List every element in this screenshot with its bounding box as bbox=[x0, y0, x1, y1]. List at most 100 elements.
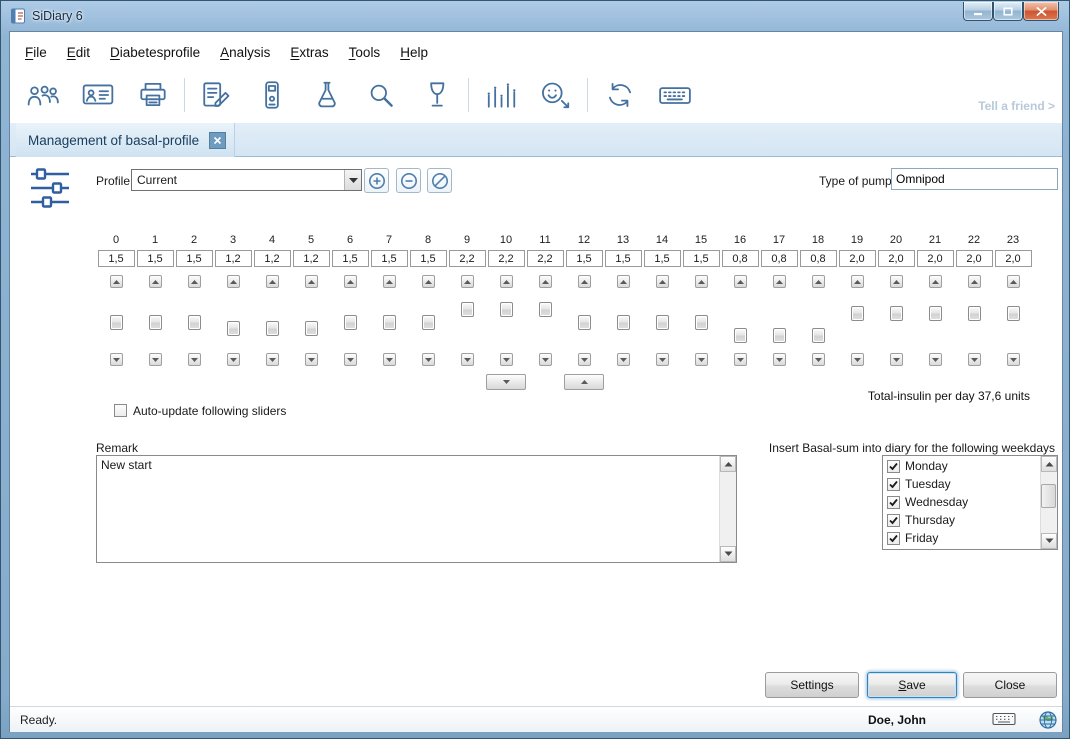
slider-up-button[interactable] bbox=[617, 275, 630, 288]
slider-thumb[interactable] bbox=[539, 302, 552, 317]
basal-value-input[interactable]: 2,2 bbox=[488, 250, 525, 267]
auto-update-checkbox[interactable] bbox=[114, 404, 127, 417]
slider-thumb[interactable] bbox=[578, 315, 591, 330]
slider-down-button[interactable] bbox=[812, 353, 825, 366]
slider-up-button[interactable] bbox=[500, 275, 513, 288]
slider-up-button[interactable] bbox=[383, 275, 396, 288]
basal-value-input[interactable]: 0,8 bbox=[800, 250, 837, 267]
slider-up-button[interactable] bbox=[227, 275, 240, 288]
basal-value-input[interactable]: 2,0 bbox=[995, 250, 1032, 267]
slider-up-button[interactable] bbox=[461, 275, 474, 288]
slider-down-button[interactable] bbox=[422, 353, 435, 366]
slider-thumb[interactable] bbox=[968, 306, 981, 321]
slider-thumb[interactable] bbox=[812, 328, 825, 343]
slider-down-button[interactable] bbox=[617, 353, 630, 366]
slider-thumb[interactable] bbox=[1007, 306, 1020, 321]
slider-down-button[interactable] bbox=[929, 353, 942, 366]
close-button[interactable]: Close bbox=[963, 672, 1057, 698]
basal-value-input[interactable]: 1,2 bbox=[215, 250, 252, 267]
slider-thumb[interactable] bbox=[383, 315, 396, 330]
slider-down-button[interactable] bbox=[149, 353, 162, 366]
weekday-checkbox[interactable] bbox=[887, 478, 900, 491]
slider-up-button[interactable] bbox=[812, 275, 825, 288]
slider-down-button[interactable] bbox=[188, 353, 201, 366]
slider-down-button[interactable] bbox=[656, 353, 669, 366]
basal-value-input[interactable]: 1,5 bbox=[137, 250, 174, 267]
basal-value-input[interactable]: 1,2 bbox=[293, 250, 330, 267]
scroll-down-icon[interactable] bbox=[720, 546, 736, 562]
slider-up-button[interactable] bbox=[656, 275, 669, 288]
slider-thumb[interactable] bbox=[149, 315, 162, 330]
weekday-item-friday[interactable]: Friday bbox=[883, 529, 1040, 547]
slider-thumb[interactable] bbox=[851, 306, 864, 321]
slider-up-button[interactable] bbox=[1007, 275, 1020, 288]
slider-up-button[interactable] bbox=[422, 275, 435, 288]
basal-value-input[interactable]: 2,2 bbox=[527, 250, 564, 267]
slider-thumb[interactable] bbox=[344, 315, 357, 330]
weekday-checkbox[interactable] bbox=[887, 460, 900, 473]
slider-up-button[interactable] bbox=[773, 275, 786, 288]
remark-scrollbar[interactable] bbox=[719, 456, 736, 562]
basal-value-input[interactable]: 1,5 bbox=[371, 250, 408, 267]
slider-thumb[interactable] bbox=[188, 315, 201, 330]
slider-down-button[interactable] bbox=[461, 353, 474, 366]
keyboard-status-icon[interactable] bbox=[992, 712, 1016, 726]
slider-up-wide-button[interactable] bbox=[564, 374, 604, 390]
slider-thumb[interactable] bbox=[695, 315, 708, 330]
basal-value-input[interactable]: 1,5 bbox=[605, 250, 642, 267]
scroll-down-icon[interactable] bbox=[1041, 533, 1057, 549]
slider-up-button[interactable] bbox=[344, 275, 357, 288]
weekday-item-wednesday[interactable]: Wednesday bbox=[883, 493, 1040, 511]
slider-thumb[interactable] bbox=[617, 315, 630, 330]
slider-down-button[interactable] bbox=[773, 353, 786, 366]
save-button[interactable]: Save bbox=[867, 672, 957, 698]
slider-down-button[interactable] bbox=[578, 353, 591, 366]
slider-down-button[interactable] bbox=[344, 353, 357, 366]
slider-up-button[interactable] bbox=[734, 275, 747, 288]
basal-value-input[interactable]: 1,5 bbox=[332, 250, 369, 267]
slider-thumb[interactable] bbox=[227, 321, 240, 336]
slider-down-button[interactable] bbox=[383, 353, 396, 366]
slider-thumb[interactable] bbox=[266, 321, 279, 336]
basal-value-input[interactable]: 1,5 bbox=[98, 250, 135, 267]
slider-down-button[interactable] bbox=[851, 353, 864, 366]
slider-down-button[interactable] bbox=[539, 353, 552, 366]
basal-value-input[interactable]: 1,5 bbox=[176, 250, 213, 267]
weekday-checkbox[interactable] bbox=[887, 514, 900, 527]
settings-button[interactable]: Settings bbox=[765, 672, 859, 698]
remark-textarea[interactable]: New start bbox=[96, 455, 737, 563]
slider-down-button[interactable] bbox=[305, 353, 318, 366]
slider-thumb[interactable] bbox=[656, 315, 669, 330]
slider-down-wide-button[interactable] bbox=[486, 374, 526, 390]
scrollbar-thumb[interactable] bbox=[1041, 484, 1056, 508]
weekday-listbox[interactable]: MondayTuesdayWednesdayThursdayFriday bbox=[882, 455, 1058, 550]
basal-value-input[interactable]: 1,2 bbox=[254, 250, 291, 267]
slider-down-button[interactable] bbox=[227, 353, 240, 366]
slider-thumb[interactable] bbox=[929, 306, 942, 321]
slider-thumb[interactable] bbox=[461, 302, 474, 317]
slider-thumb[interactable] bbox=[773, 328, 786, 343]
weekday-scrollbar[interactable] bbox=[1040, 456, 1057, 549]
basal-value-input[interactable]: 2,2 bbox=[449, 250, 486, 267]
basal-value-input[interactable]: 2,0 bbox=[839, 250, 876, 267]
slider-down-button[interactable] bbox=[1007, 353, 1020, 366]
slider-thumb[interactable] bbox=[500, 302, 513, 317]
basal-value-input[interactable]: 2,0 bbox=[878, 250, 915, 267]
slider-up-button[interactable] bbox=[539, 275, 552, 288]
basal-value-input[interactable]: 0,8 bbox=[761, 250, 798, 267]
slider-up-button[interactable] bbox=[266, 275, 279, 288]
slider-thumb[interactable] bbox=[110, 315, 123, 330]
slider-thumb[interactable] bbox=[422, 315, 435, 330]
basal-value-input[interactable]: 2,0 bbox=[917, 250, 954, 267]
slider-down-button[interactable] bbox=[695, 353, 708, 366]
slider-up-button[interactable] bbox=[695, 275, 708, 288]
scroll-up-icon[interactable] bbox=[720, 456, 736, 472]
scroll-up-icon[interactable] bbox=[1041, 456, 1057, 472]
weekday-item-thursday[interactable]: Thursday bbox=[883, 511, 1040, 529]
basal-value-input[interactable]: 0,8 bbox=[722, 250, 759, 267]
slider-up-button[interactable] bbox=[890, 275, 903, 288]
slider-down-button[interactable] bbox=[500, 353, 513, 366]
slider-down-button[interactable] bbox=[968, 353, 981, 366]
basal-value-input[interactable]: 2,0 bbox=[956, 250, 993, 267]
slider-up-button[interactable] bbox=[305, 275, 318, 288]
